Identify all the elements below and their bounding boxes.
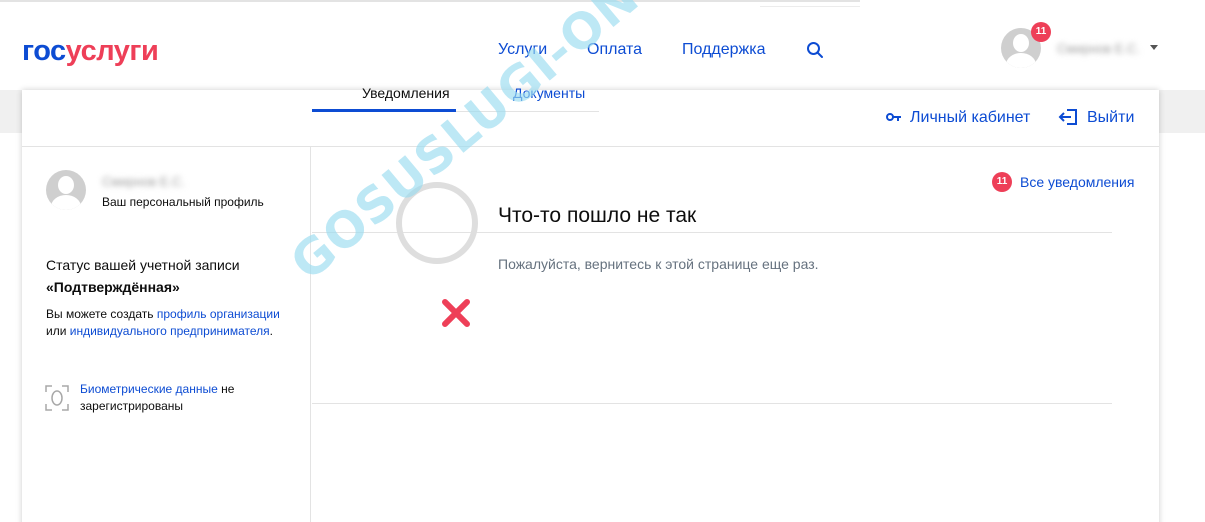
watermark-circle xyxy=(396,182,478,264)
account-status-label: Статус вашей учетной записи xyxy=(46,257,240,273)
biometrics-status: Биометрические данные не зарегистрирован… xyxy=(80,381,234,415)
logout-link[interactable]: Выйти xyxy=(1087,108,1134,128)
bio-text-1: не xyxy=(217,382,235,396)
logo-part-gos: гос xyxy=(22,35,66,67)
all-notifications-link[interactable]: Все уведомления xyxy=(1020,174,1134,190)
create-profile-text: Вы можете создать профиль организации ил… xyxy=(46,306,306,340)
personal-cabinet-link[interactable]: Личный кабинет xyxy=(910,108,1030,128)
create-text-3: . xyxy=(269,324,274,338)
user-dropdown-panel: Личный кабинет Выйти Смирнов Е.С. Ваш пе… xyxy=(22,90,1159,522)
bio-text-2: зарегистрированы xyxy=(80,399,183,413)
gosuslugi-logo[interactable]: госуслуги xyxy=(22,35,159,67)
content-divider-bottom xyxy=(312,403,1112,404)
nav-link-support[interactable]: Поддержка xyxy=(682,40,765,60)
create-text-2: или xyxy=(46,324,70,338)
profile-name: Смирнов Е.С. xyxy=(102,174,186,189)
logout-icon xyxy=(1058,109,1077,125)
profile-sidebar: Смирнов Е.С. Ваш персональный профиль Ст… xyxy=(22,147,311,522)
logo-part-uslugi: услуги xyxy=(65,35,159,67)
error-cross-icon xyxy=(442,299,470,327)
biometrics-link[interactable]: Биометрические данные xyxy=(80,382,218,396)
nav-link-services[interactable]: Услуги xyxy=(498,40,547,60)
error-title: Что-то пошло не так xyxy=(498,204,697,227)
tab-documents[interactable]: Документы xyxy=(513,83,585,103)
search-icon[interactable] xyxy=(806,41,824,59)
chevron-down-icon[interactable] xyxy=(1150,45,1158,50)
nav-link-payment[interactable]: Оплата xyxy=(587,40,642,60)
header-notification-badge[interactable]: 11 xyxy=(1031,22,1051,42)
panel-header: Личный кабинет Выйти xyxy=(22,90,1159,147)
top-border xyxy=(0,0,860,2)
active-tab-indicator xyxy=(312,109,456,112)
account-status-value: «Подтверждённая» xyxy=(46,279,180,295)
page: госуслуги Услуги Оплата Поддержка 11 Сми… xyxy=(0,0,1205,522)
org-profile-link[interactable]: профиль организации xyxy=(157,307,280,321)
entrepreneur-link[interactable]: индивидуального предпринимателя xyxy=(70,324,270,338)
tab-notifications[interactable]: Уведомления xyxy=(362,83,450,103)
create-text-1: Вы можете создать xyxy=(46,307,157,321)
profile-subtitle: Ваш персональный профиль xyxy=(102,195,264,209)
biometrics-icon xyxy=(45,385,69,411)
key-icon xyxy=(886,113,901,121)
profile-avatar xyxy=(46,170,86,210)
error-message: Пожалуйста, вернитесь к этой странице ещ… xyxy=(498,256,819,272)
header-user-name[interactable]: Смирнов Е.С. xyxy=(1057,41,1140,56)
top-border-segment xyxy=(760,6,860,7)
notifications-count-badge: 11 xyxy=(992,172,1012,192)
tab-bottom-line xyxy=(456,111,599,112)
